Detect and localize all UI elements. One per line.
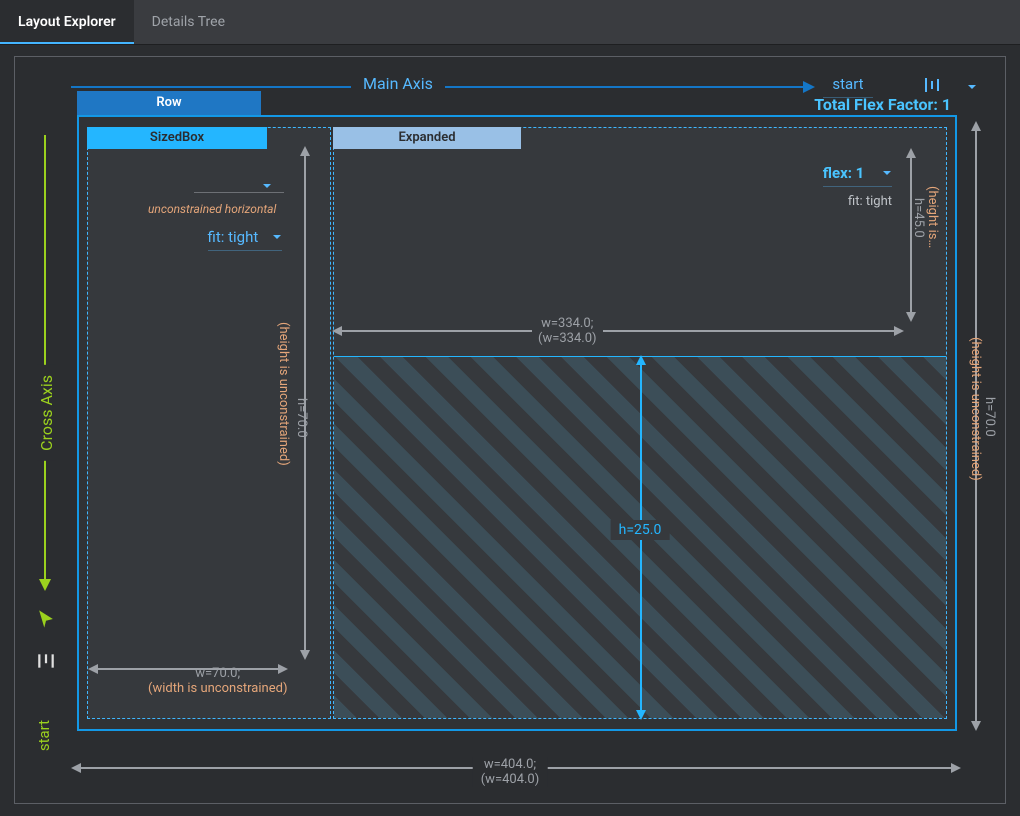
cross-axis-alignment-icon xyxy=(36,651,56,671)
sizedbox-widget-label: SizedBox xyxy=(87,127,267,149)
total-flex-factor: Total Flex Factor: 1 xyxy=(814,95,951,114)
tab-layout-explorer[interactable]: Layout Explorer xyxy=(0,0,134,44)
sizedbox-fit-value: fit: tight xyxy=(208,228,259,246)
expanded-flex-dropdown[interactable]: flex: 1 xyxy=(823,164,892,187)
sizedbox-widget[interactable]: SizedBox unconstrained horizontal fit: t… xyxy=(87,127,331,719)
row-width-value: w=404.0; (w=404.0) xyxy=(473,757,548,787)
main-axis-alignment-icon xyxy=(917,75,947,95)
expanded-width-value: w=334.0; (w=334.0) xyxy=(532,316,603,346)
expanded-height-value: h=45.0 xyxy=(911,198,926,238)
tab-bar: Layout Explorer Details Tree xyxy=(0,0,1020,45)
row-height-value: h=70.0 xyxy=(982,397,997,437)
row-widget[interactable]: Row Total Flex Factor: 1 SizedBox uncons… xyxy=(77,115,957,731)
expanded-width-arrow xyxy=(340,330,896,332)
row-widget-label: Row xyxy=(77,91,261,115)
tab-details-tree[interactable]: Details Tree xyxy=(134,0,243,44)
cross-axis-header: Cross Axis start xyxy=(31,135,61,751)
cross-axis-arrow xyxy=(44,135,46,581)
free-space-height-value: h=25.0 xyxy=(611,520,670,540)
sizedbox-width-value: w=70.0; (width is unconstrained) xyxy=(148,666,287,696)
sizedbox-height-value: h=70.0 xyxy=(294,398,309,438)
layout-explorer-panel: Main Axis start Cross Axis xyxy=(14,56,1006,804)
expanded-fit-label: fit: tight xyxy=(848,194,892,209)
sizedbox-height-note: (height is unconstrained) xyxy=(276,322,291,466)
expanded-widget[interactable]: Expanded flex: 1 fit: tight w=334.0; (w=… xyxy=(333,127,947,719)
sizedbox-fit-dropdown[interactable]: fit: tight xyxy=(208,228,282,251)
expanded-flex-value: flex: 1 xyxy=(823,164,864,182)
sizedbox-flex-underline xyxy=(194,192,284,193)
sizedbox-unconstrained-label: unconstrained horizontal xyxy=(148,202,276,216)
expanded-height-note: (height is… xyxy=(925,186,940,248)
main-axis-alignment-chevron-icon[interactable] xyxy=(967,77,977,96)
chevron-down-icon xyxy=(272,228,282,246)
main-axis-label: Main Axis xyxy=(351,74,445,93)
cross-axis-label: Cross Axis xyxy=(37,365,56,461)
free-space-region: h=25.0 xyxy=(334,356,946,718)
expanded-widget-label: Expanded xyxy=(333,127,521,149)
chevron-down-icon xyxy=(882,164,892,182)
cross-axis-cursor-icon xyxy=(34,607,58,631)
row-height-note: (height is unconstrained) xyxy=(968,337,983,481)
cross-axis-alignment-dropdown[interactable]: start xyxy=(35,720,53,751)
